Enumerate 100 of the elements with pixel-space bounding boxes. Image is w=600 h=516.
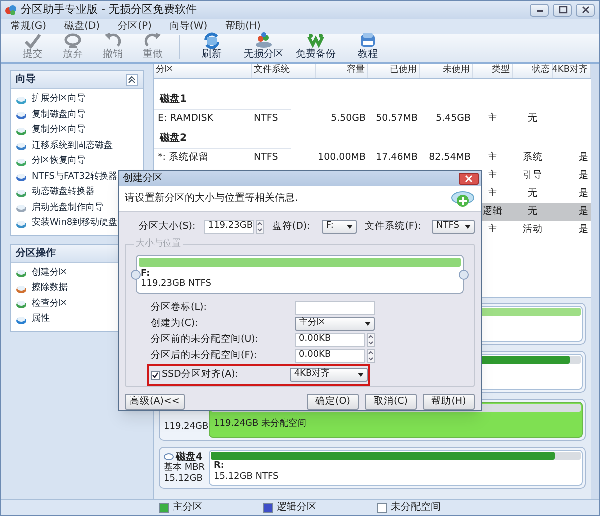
- checkbox[interactable]: [151, 370, 160, 380]
- disk-name: 磁盘4: [176, 452, 203, 462]
- column-header[interactable]: 状态: [513, 64, 553, 78]
- spin-arrows-icon[interactable]: [367, 349, 375, 363]
- redo-icon: [143, 31, 163, 49]
- spin-field[interactable]: 119.23GB: [204, 220, 254, 234]
- partition-details: 119.23GB NTFS: [140, 279, 212, 290]
- menu-item[interactable]: 帮助(H): [226, 19, 261, 34]
- column-header[interactable]: 容量: [316, 64, 368, 78]
- column-header[interactable]: 未使用: [420, 64, 473, 78]
- disk-icon: [16, 172, 27, 182]
- disk-size: 119.24GB: [164, 420, 206, 432]
- field-label: 盘符(D):: [272, 220, 312, 234]
- menu-item[interactable]: 常规(G): [11, 19, 47, 34]
- column-header[interactable]: 文件系统: [252, 64, 316, 78]
- spin-field[interactable]: 0.00KB: [295, 349, 365, 363]
- wizard-link[interactable]: 检查分区: [11, 296, 143, 312]
- disk-icon: [16, 188, 27, 198]
- select-dropdown[interactable]: 主分区: [295, 317, 375, 331]
- resize-handle[interactable]: [131, 270, 141, 280]
- disk-icon: [16, 141, 27, 152]
- undo-icon: [103, 31, 123, 49]
- file-system-dropdown[interactable]: NTFS: [432, 220, 475, 234]
- disk-icon: [16, 94, 27, 105]
- wizard-link[interactable]: 擦除数据: [11, 281, 143, 296]
- dialog-title: 创建分区: [123, 172, 163, 186]
- disk-size: 15.12GB: [164, 474, 204, 484]
- field-label: 分区大小(S):: [139, 220, 197, 234]
- partition-details: 119.24GB 未分配空间: [214, 419, 308, 430]
- table-cell-text: 5.45GB: [434, 112, 472, 126]
- table-cell-text: 17.46MB: [375, 150, 419, 165]
- dialog-button[interactable]: 确定(O): [307, 394, 359, 410]
- maximize-button[interactable]: [553, 4, 572, 16]
- disk-icon: [16, 268, 27, 278]
- table-cell-text: 是: [578, 204, 590, 219]
- table-cell-text: E: RAMDISK: [157, 112, 215, 126]
- caret-icon: [465, 225, 471, 229]
- wizard-link[interactable]: 属性: [11, 312, 143, 328]
- cloud-plus-icon: [451, 188, 475, 208]
- app-icon: [5, 4, 17, 16]
- drive-letter-dropdown[interactable]: F:: [322, 220, 358, 234]
- disk-icon: [16, 314, 27, 325]
- menu-item[interactable]: 向导(W): [170, 19, 208, 34]
- disk-icon: [16, 203, 27, 214]
- table-row[interactable]: *: 系统保留 NTFS 100.00MB 17.46MB 82.54MB 主 系统 是: [154, 149, 591, 167]
- table-cell-text: 主: [487, 112, 499, 126]
- spin-arrows-icon[interactable]: [367, 333, 375, 347]
- column-header[interactable]: 已使用: [368, 64, 420, 78]
- table-cell-text: 无: [527, 112, 539, 126]
- wizard-link[interactable]: 迁移系统到固态磁盘: [11, 138, 143, 154]
- spin-arrows-icon[interactable]: [256, 220, 264, 234]
- toolbar-button[interactable]: 教程: [342, 31, 394, 60]
- table-cell-text: 是: [578, 222, 590, 237]
- book-icon: [358, 31, 378, 49]
- column-header[interactable]: 类型: [473, 64, 513, 78]
- select-dropdown[interactable]: 4KB对齐: [290, 368, 368, 382]
- column-header[interactable]: 分区: [154, 64, 252, 78]
- close-icon: [580, 5, 590, 15]
- table-cell-text: 是: [578, 168, 590, 183]
- field-label: SSD分区对齐(A):: [162, 368, 238, 382]
- table-cell-text: 50.57MB: [375, 112, 419, 126]
- maximize-icon: [558, 5, 568, 15]
- table-cell-text: 引导: [522, 168, 544, 183]
- check-icon: [23, 31, 43, 49]
- disk-icon: [16, 218, 27, 229]
- table-row[interactable]: E: RAMDISK NTFS 5.50GB 50.57MB 5.45GB 主 无: [154, 110, 591, 128]
- advanced-button[interactable]: 高级(A)<<: [125, 394, 185, 410]
- toolbar-button[interactable]: 无损分区: [238, 31, 290, 60]
- input-field[interactable]: [295, 301, 375, 315]
- close-button[interactable]: [459, 172, 479, 184]
- dialog-button[interactable]: 取消(C): [365, 394, 417, 410]
- table-cell-text: 是: [578, 150, 590, 165]
- spin-field[interactable]: 0.00KB: [295, 333, 365, 347]
- caret-icon: [347, 225, 354, 229]
- panel-title: 分区操作: [16, 246, 56, 260]
- minimize-button[interactable]: [530, 4, 549, 16]
- toolbar-button[interactable]: 刷新: [186, 31, 238, 60]
- menu-item[interactable]: 磁盘(D): [64, 19, 100, 34]
- field-label: 创建为(C):: [151, 316, 198, 331]
- collapse-button[interactable]: [126, 74, 138, 86]
- wizard-link[interactable]: 复制分区向导: [11, 123, 143, 138]
- toolbar-button[interactable]: 免费备份: [290, 31, 342, 60]
- table-cell-text: 系统: [522, 150, 544, 165]
- disk-type: 基本 MBR: [164, 462, 206, 474]
- resize-handle[interactable]: [459, 270, 469, 280]
- close-button[interactable]: [576, 4, 595, 16]
- column-header[interactable]: 4KB对齐: [553, 64, 591, 78]
- legend-label: 逻辑分区: [277, 500, 317, 515]
- wizard-link[interactable]: 分区恢复向导: [11, 154, 143, 170]
- dialog-button[interactable]: 帮助(H): [423, 394, 475, 410]
- window-title: 分区助手专业版 - 无损分区免费软件: [21, 2, 197, 18]
- wizard-link[interactable]: 扩展分区向导: [11, 92, 143, 108]
- close-icon: [465, 174, 473, 182]
- wizard-link[interactable]: 复制磁盘向导: [11, 108, 143, 123]
- menu-item[interactable]: 分区(P): [118, 19, 152, 34]
- caret-icon: [358, 373, 364, 377]
- field-label: 文件系统(F):: [365, 220, 422, 234]
- refresh-icon: [202, 31, 222, 49]
- dialog-prompt: 请设置新分区的大小与位置等相关信息.: [125, 192, 298, 206]
- partition-block[interactable]: R: 15.12GB NTFS: [209, 450, 583, 486]
